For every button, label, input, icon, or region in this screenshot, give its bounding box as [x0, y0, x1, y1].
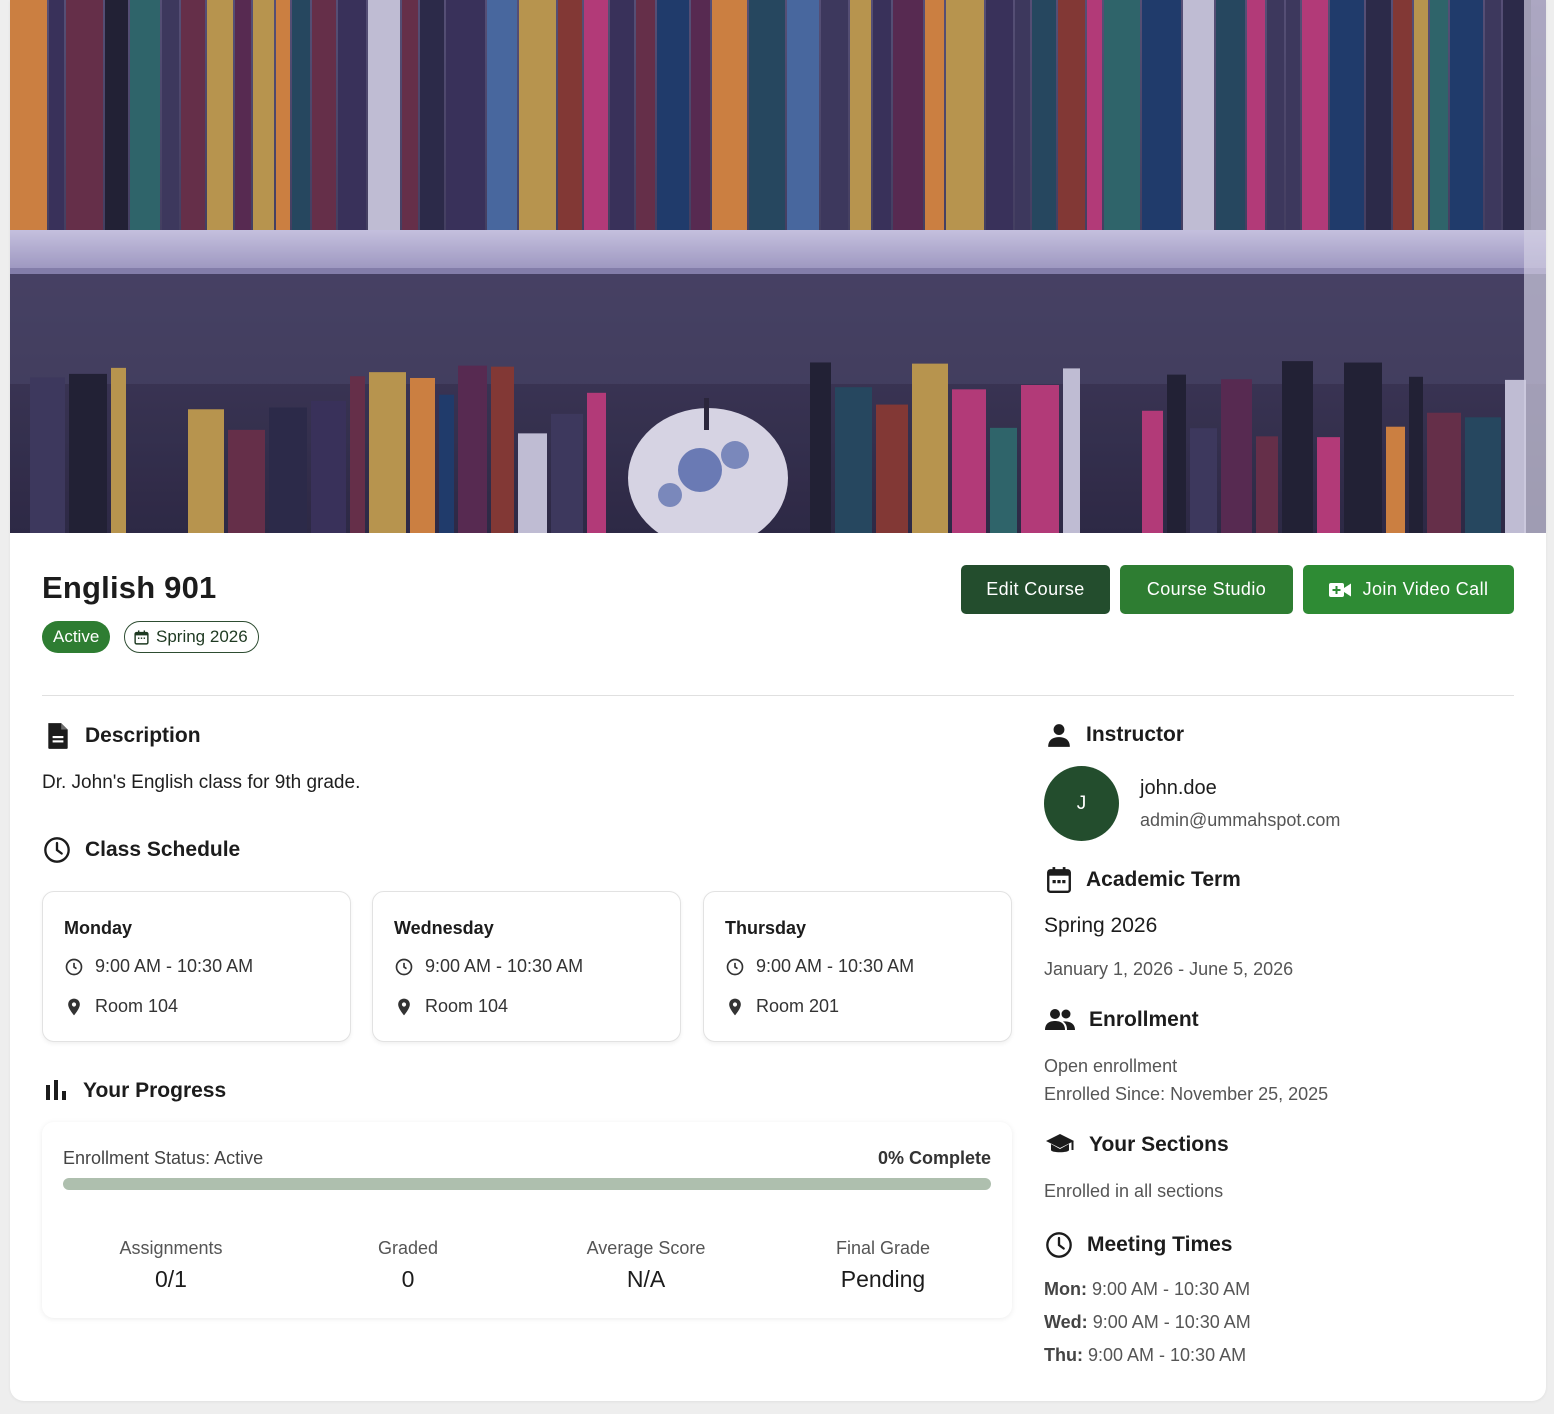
- enrollment-heading: Enrollment: [1045, 1008, 1199, 1032]
- edit-course-button[interactable]: Edit Course: [961, 565, 1110, 614]
- video-camera-icon: [1328, 582, 1351, 597]
- enrollment-type: Open enrollment: [1044, 1056, 1178, 1076]
- location-pin-icon: [729, 998, 741, 1015]
- clock-icon: [1046, 1232, 1072, 1258]
- schedule-time: 9:00 AM - 10:30 AM: [64, 956, 253, 977]
- enrollment-status: Enrollment Status: Active: [63, 1148, 264, 1168]
- location-pin-icon: [398, 998, 410, 1015]
- term-chip: Spring 2026: [124, 621, 259, 653]
- your-progress-heading: Your Progress: [45, 1079, 226, 1103]
- status-badge: Active: [42, 621, 111, 653]
- stat-average-score: Average Score N/A: [586, 1238, 706, 1292]
- schedule-room: Room 104: [64, 996, 178, 1017]
- meeting-time-item: Mon: 9:00 AM - 10:30 AM: [1044, 1279, 1251, 1299]
- meeting-time-item: Thu: 9:00 AM - 10:30 AM: [1044, 1345, 1247, 1365]
- instructor-email: admin@ummahspot.com: [1140, 810, 1341, 830]
- calendar-icon: [134, 629, 149, 645]
- meeting-time-item: Wed: 9:00 AM - 10:30 AM: [1044, 1312, 1251, 1332]
- join-video-call-button[interactable]: Join Video Call: [1303, 565, 1514, 614]
- bar-chart-icon: [46, 1080, 66, 1100]
- person-icon: [1048, 724, 1070, 747]
- document-icon: [48, 723, 68, 749]
- calendar-icon: [1047, 867, 1071, 894]
- schedule-room: Room 104: [394, 996, 508, 1017]
- description-text: Dr. John's English class for 9th grade.: [42, 772, 361, 793]
- sections-text: Enrolled in all sections: [1044, 1181, 1224, 1201]
- enrollment-since: Enrolled Since: November 25, 2025: [1044, 1084, 1329, 1104]
- clock-icon: [65, 958, 83, 975]
- class-schedule-heading: Class Schedule: [43, 836, 240, 864]
- avatar: J: [1044, 766, 1119, 841]
- join-video-call-label: Join Video Call: [1362, 579, 1489, 599]
- schedule-card-monday: Monday 9:00 AM - 10:30 AM Room 104: [42, 891, 351, 1042]
- clock-icon: [395, 958, 413, 975]
- people-icon: [1045, 1009, 1075, 1030]
- instructor-heading: Instructor: [1046, 722, 1184, 748]
- meeting-times-heading: Meeting Times: [1045, 1231, 1232, 1259]
- term-name: Spring 2026: [1044, 914, 1158, 937]
- stat-assignments: Assignments 0/1: [119, 1238, 223, 1292]
- your-sections-heading: Your Sections: [1045, 1133, 1229, 1157]
- course-studio-button[interactable]: Course Studio: [1120, 565, 1293, 614]
- schedule-card-thursday: Thursday 9:00 AM - 10:30 AM Room 201: [703, 891, 1012, 1042]
- academic-term-heading: Academic Term: [1046, 866, 1241, 894]
- clock-icon: [44, 837, 70, 863]
- graduation-cap-icon: [1046, 1134, 1074, 1153]
- course-banner-image: [10, 0, 1546, 533]
- schedule-time: 9:00 AM - 10:30 AM: [725, 956, 914, 977]
- schedule-day: Thursday: [725, 918, 807, 938]
- bookshelf-photo: [10, 0, 1546, 533]
- schedule-day: Wednesday: [394, 918, 494, 938]
- term-chip-label: Spring 2026: [156, 627, 248, 646]
- schedule-room: Room 201: [725, 996, 839, 1017]
- progress-bar: [63, 1178, 991, 1190]
- schedule-time: 9:00 AM - 10:30 AM: [394, 956, 583, 977]
- course-title: English 901: [42, 570, 217, 605]
- schedule-card-wednesday: Wednesday 9:00 AM - 10:30 AM Room 104: [372, 891, 681, 1042]
- clock-icon: [726, 958, 744, 975]
- course-card: English 901 Active Spring 2026 Edit Cour…: [10, 0, 1546, 1401]
- term-dates: January 1, 2026 - June 5, 2026: [1044, 959, 1294, 979]
- progress-card: Enrollment Status: Active 0% Complete As…: [42, 1122, 1012, 1318]
- header-divider: [42, 695, 1514, 696]
- stat-final-grade: Final Grade Pending: [835, 1238, 931, 1292]
- schedule-day: Monday: [64, 918, 133, 938]
- instructor-name: john.doe: [1140, 777, 1217, 799]
- description-heading: Description: [45, 722, 201, 750]
- completion-percent: 0% Complete: [877, 1148, 991, 1168]
- location-pin-icon: [68, 998, 80, 1015]
- stat-graded: Graded 0: [377, 1238, 439, 1292]
